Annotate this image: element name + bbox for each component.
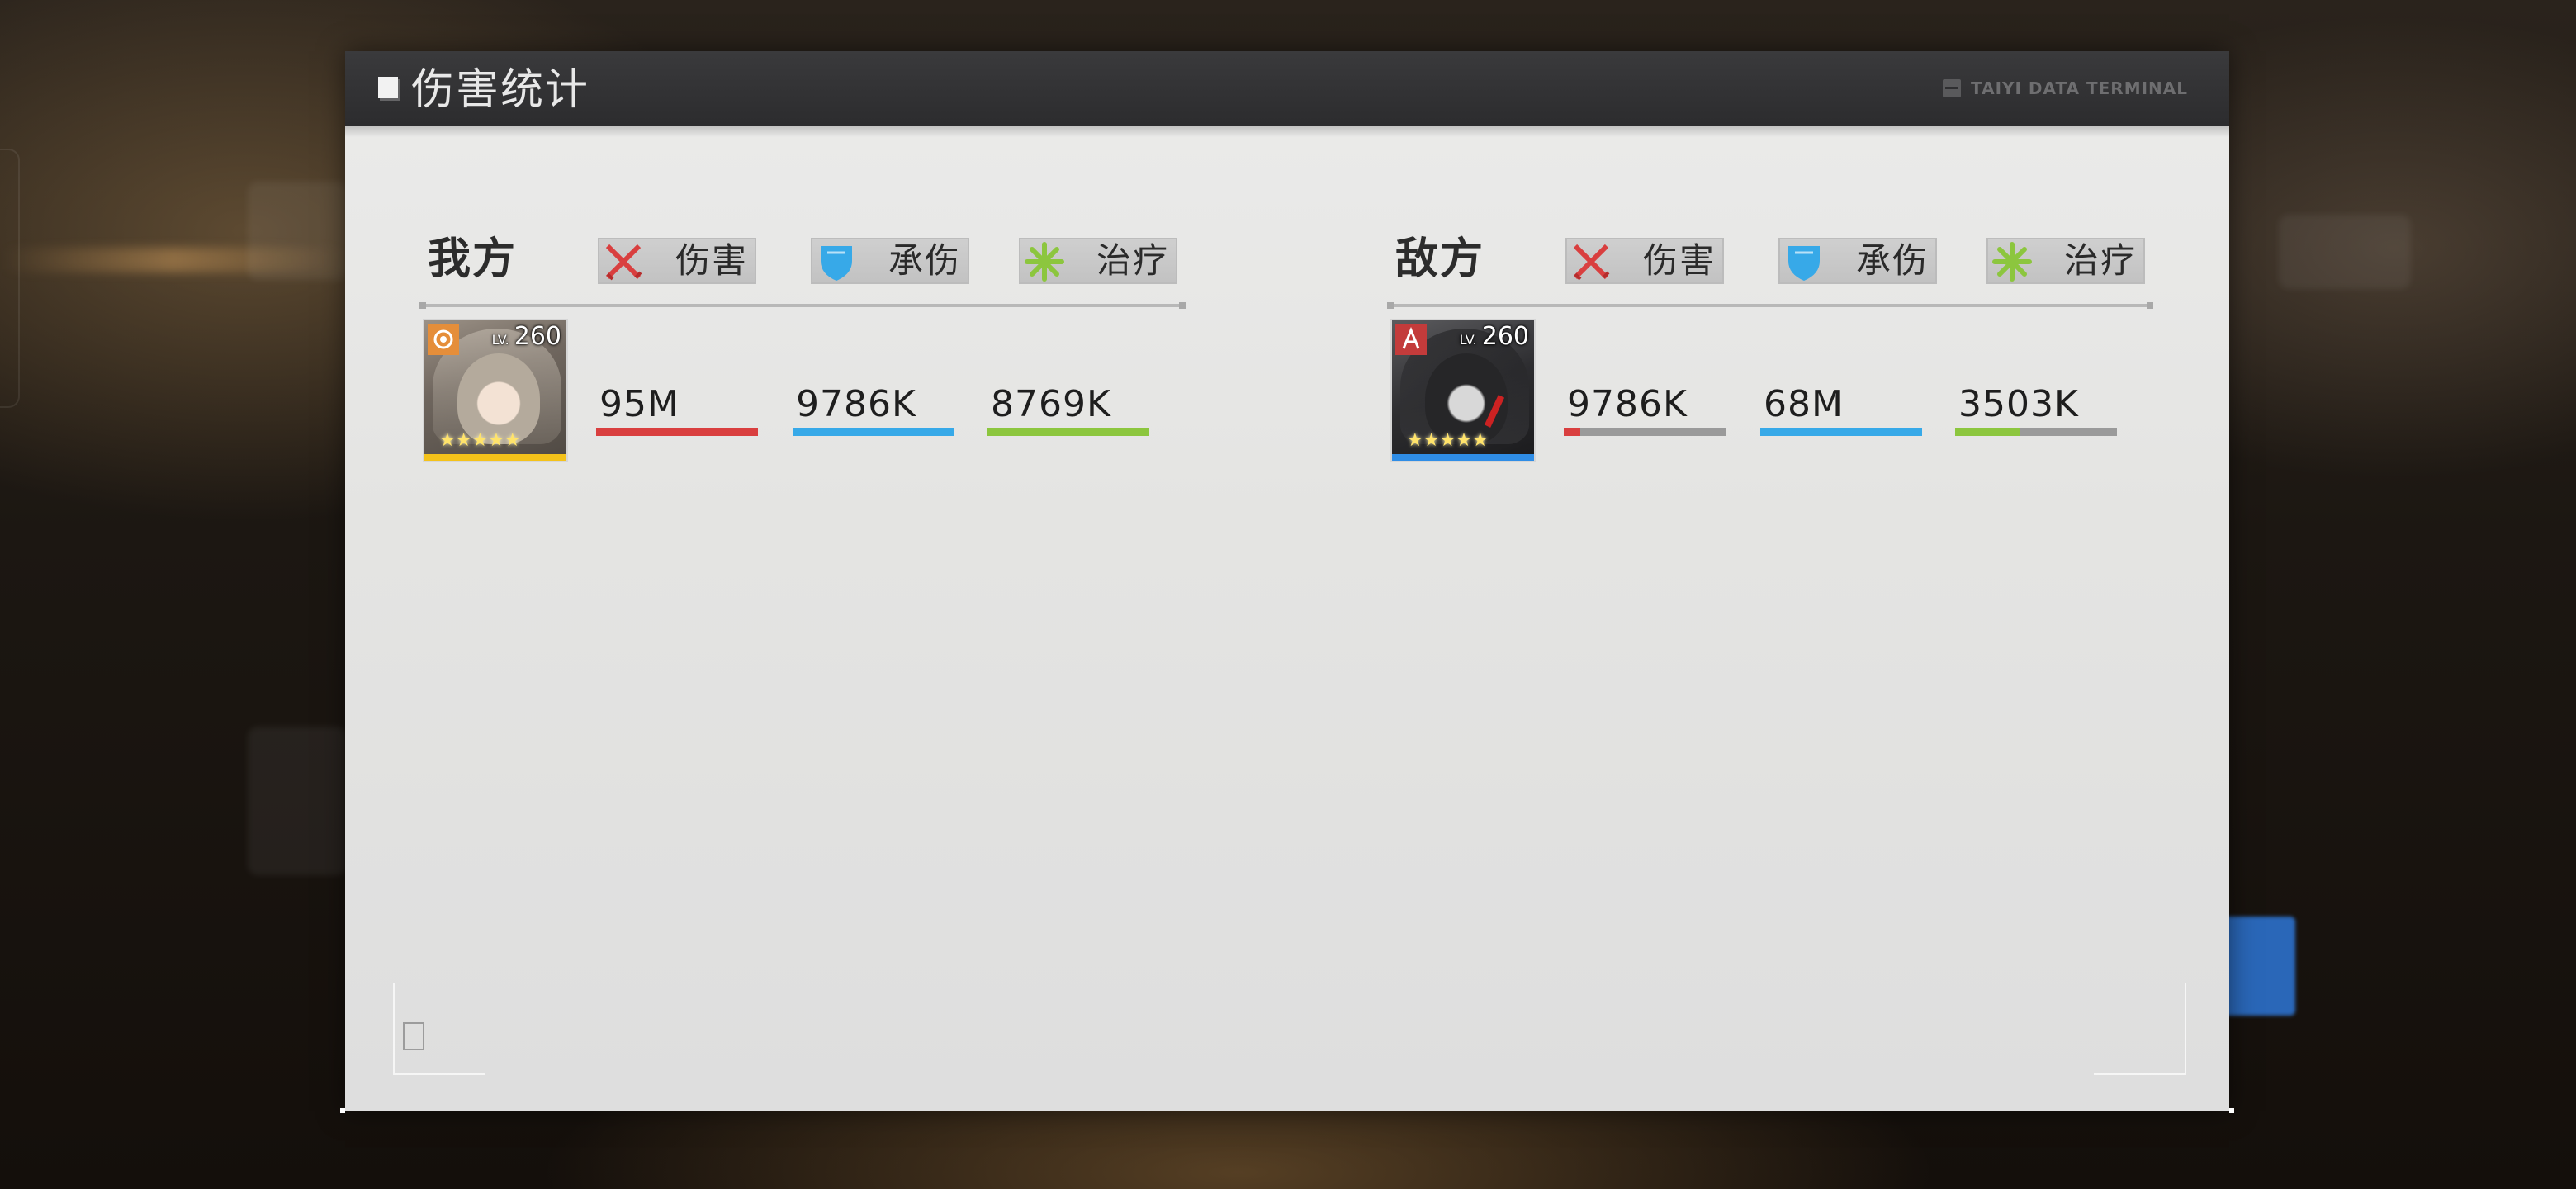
enemy-divider (1387, 302, 2153, 309)
enemy-tanked-bar-fill (1760, 428, 1922, 436)
level-label: LV. 260 (1459, 322, 1529, 351)
ally-tanked-bar (793, 428, 954, 436)
enemy-damage-value: 9786K (1567, 383, 1688, 425)
ally-damage-tab-label: 伤害 (675, 240, 748, 281)
damage-stats-panel: 伤害统计 TAIYI DATA TERMINAL 我方 伤害 承伤 治疗 LV.… (340, 51, 2234, 1113)
background-blur-shape (2279, 215, 2411, 289)
ally-healing-bar-fill (987, 428, 1149, 436)
enemy-tanked-tab-label: 承伤 (1855, 240, 1929, 281)
healing-sparkle-icon (1025, 242, 1064, 282)
enemy-damage-bar-fill (1564, 428, 1580, 436)
damage-crossed-swords-icon (1573, 244, 1610, 281)
ally-damage-value: 95M (599, 383, 680, 425)
corner-dot (2229, 1108, 2234, 1113)
enemy-damage-tab[interactable]: 伤害 (1565, 238, 1724, 284)
ally-damage-bar (596, 428, 758, 436)
star-rating: ★★★★★ (439, 430, 521, 451)
ally-damage-stat: 95M (596, 383, 758, 436)
level-label: LV. 260 (491, 322, 561, 351)
enemy-healing-bar (1955, 428, 2117, 436)
enemy-tanked-tab[interactable]: 承伤 (1778, 238, 1937, 284)
corner-frame-bottom-right (2094, 983, 2186, 1075)
enemy-tanked-value: 68M (1764, 383, 1844, 425)
title-square-icon (378, 77, 398, 98)
ally-tanked-bar-fill (793, 428, 954, 436)
corner-dot (340, 1108, 345, 1113)
healing-sparkle-icon (1992, 242, 2032, 282)
enemy-tanked-bar (1760, 428, 1922, 436)
enemy-healing-stat: 3503K (1955, 383, 2117, 436)
damage-crossed-swords-icon (605, 244, 642, 281)
enemy-tanked-stat: 68M (1760, 383, 1922, 436)
enemy-healing-tab-label: 治疗 (2063, 240, 2137, 281)
star-rating: ★★★★★ (1407, 430, 1489, 451)
shield-icon (821, 246, 852, 281)
enemy-team-section: 敌方 伤害 承伤 治疗 LV. 260 ★★★★★ 9786K 68M 3503… (1387, 190, 2155, 487)
faction-badge-icon (1395, 324, 1427, 355)
ally-healing-value: 8769K (991, 383, 1111, 425)
panel-title: 伤害统计 (411, 65, 590, 115)
enemy-damage-bar (1564, 428, 1726, 436)
enemy-damage-stat: 9786K (1564, 383, 1726, 436)
ally-damage-tab[interactable]: 伤害 (598, 238, 756, 284)
enemy-healing-bar-fill (1955, 428, 2020, 436)
ally-tanked-stat: 9786K (793, 383, 954, 436)
shield-icon (1788, 246, 1820, 281)
enemy-damage-tab-label: 伤害 (1642, 240, 1716, 281)
background-blur-shape (248, 727, 347, 875)
enemy-character-portrait[interactable]: LV. 260 ★★★★★ (1390, 319, 1536, 462)
left-edge-tab (0, 149, 20, 408)
rarity-bar (424, 454, 566, 461)
ally-damage-bar-fill (596, 428, 758, 436)
terminal-label: TAIYI DATA TERMINAL (1971, 78, 2188, 98)
terminal-icon (1943, 79, 1962, 97)
ally-character-portrait[interactable]: LV. 260 ★★★★★ (423, 319, 568, 462)
ally-team-section: 我方 伤害 承伤 治疗 LV. 260 ★★★★★ 95M 9786K 8769… (419, 190, 1187, 487)
ally-tanked-tab-label: 承伤 (888, 240, 961, 281)
ally-divider (419, 302, 1186, 309)
ally-healing-stat: 8769K (987, 383, 1149, 436)
enemy-healing-value: 3503K (1958, 383, 2079, 425)
background-blur-shape (248, 182, 347, 281)
enemy-team-label: 敌方 (1395, 234, 1485, 284)
document-icon (403, 1022, 424, 1050)
header-shadow (345, 126, 2229, 137)
ally-tanked-value: 9786K (796, 383, 916, 425)
element-badge-icon (428, 324, 459, 355)
ally-tanked-tab[interactable]: 承伤 (811, 238, 969, 284)
ally-healing-tab-label: 治疗 (1096, 240, 1169, 281)
terminal-brand: TAIYI DATA TERMINAL (1943, 76, 2188, 101)
ally-team-label: 我方 (428, 234, 518, 284)
ally-healing-bar (987, 428, 1149, 436)
panel-header: 伤害统计 TAIYI DATA TERMINAL (345, 51, 2229, 126)
enemy-healing-tab[interactable]: 治疗 (1986, 238, 2145, 284)
ally-healing-tab[interactable]: 治疗 (1019, 238, 1177, 284)
rarity-bar (1392, 454, 1534, 461)
